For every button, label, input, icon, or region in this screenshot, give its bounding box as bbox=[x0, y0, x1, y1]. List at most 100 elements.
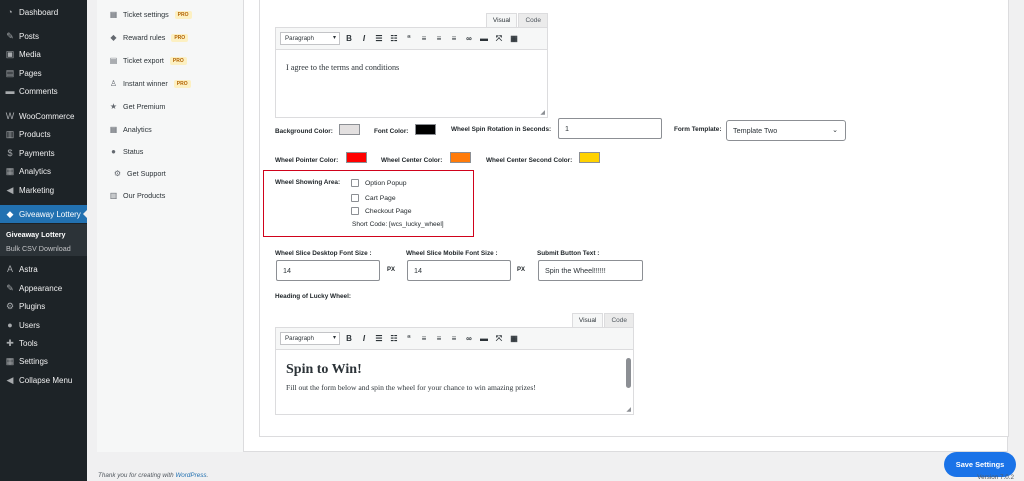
align-right-icon[interactable]: ≡ bbox=[448, 34, 460, 43]
option-popup-row[interactable]: Option Popup bbox=[351, 179, 407, 187]
sidebar-item-giveaway-lottery[interactable]: ◆ Giveaway Lottery bbox=[0, 205, 87, 223]
support-icon: ⚙ bbox=[113, 169, 122, 178]
center-color-swatch[interactable] bbox=[450, 152, 471, 163]
resize-handle-icon[interactable]: ◢ bbox=[626, 406, 631, 413]
sidebar-item-woocommerce[interactable]: W WooCommerce bbox=[0, 107, 87, 125]
align-left-icon[interactable]: ≡ bbox=[418, 34, 430, 43]
appearance-icon: ✎ bbox=[6, 283, 14, 293]
italic-icon[interactable]: I bbox=[358, 34, 370, 43]
bullet-list-icon[interactable]: ☰ bbox=[373, 34, 385, 43]
read-more-icon[interactable]: ▬ bbox=[478, 334, 490, 343]
sidebar-item-plugins[interactable]: ⚙ Plugins bbox=[0, 297, 87, 315]
align-center-icon[interactable]: ≡ bbox=[433, 34, 445, 43]
sidebar-item-label: Settings bbox=[19, 356, 48, 366]
sidebar-item-users[interactable]: ● Users bbox=[0, 316, 87, 334]
heading-toolbar: Paragraph B I ☰ ☷ “ ≡ ≡ ≡ ∞ ▬ ⤧ ▦ bbox=[276, 328, 633, 350]
sidebar-item-collapse-menu[interactable]: ◀ Collapse Menu bbox=[0, 371, 87, 389]
background-color-swatch[interactable] bbox=[339, 124, 360, 135]
sidebar-item-appearance[interactable]: ✎ Appearance bbox=[0, 279, 87, 297]
align-center-icon[interactable]: ≡ bbox=[433, 334, 445, 343]
plugin-nav-analytics[interactable]: ▦ Analytics bbox=[109, 125, 152, 134]
link-icon[interactable]: ∞ bbox=[463, 334, 475, 343]
read-more-icon[interactable]: ▬ bbox=[478, 34, 490, 43]
plugin-nav-status[interactable]: ● Status bbox=[109, 147, 143, 156]
numbered-list-icon[interactable]: ☷ bbox=[388, 34, 400, 43]
heading-format-select[interactable]: Paragraph bbox=[280, 332, 340, 345]
checkout-page-checkbox[interactable] bbox=[351, 207, 359, 215]
sidebar-item-analytics[interactable]: ▦ Analytics bbox=[0, 162, 87, 180]
fullscreen-icon[interactable]: ⤧ bbox=[493, 334, 505, 344]
form-template-label: Form Template: bbox=[674, 126, 722, 133]
blockquote-icon[interactable]: “ bbox=[403, 334, 415, 343]
toolbar-toggle-icon[interactable]: ▦ bbox=[508, 34, 520, 43]
mobile-font-input[interactable]: 14 bbox=[407, 260, 511, 281]
sidebar-item-posts[interactable]: ✎ Posts bbox=[0, 27, 87, 45]
plugin-nav-get-premium[interactable]: ★ Get Premium bbox=[109, 102, 165, 111]
comments-icon: ▬ bbox=[5, 86, 15, 96]
bold-icon[interactable]: B bbox=[343, 334, 355, 343]
plugin-nav-get-support[interactable]: ⚙ Get Support bbox=[113, 169, 166, 178]
sidebar-item-label: Astra bbox=[19, 264, 38, 274]
sidebar-item-payments[interactable]: $ Payments bbox=[0, 144, 87, 162]
sidebar-item-settings[interactable]: ▦ Settings bbox=[0, 352, 87, 370]
plugin-nav-instant-winner[interactable]: ♙ Instant winner PRO bbox=[109, 79, 191, 88]
pointer-color-swatch[interactable] bbox=[346, 152, 367, 163]
heading-label: Heading of Lucky Wheel: bbox=[275, 293, 351, 300]
plugin-nav-ticket-settings[interactable]: ▦ Ticket settings PRO bbox=[109, 10, 192, 19]
terms-visual-tab[interactable]: Visual bbox=[485, 13, 518, 27]
sidebar-item-products[interactable]: ▥ Products bbox=[0, 125, 87, 143]
align-right-icon[interactable]: ≡ bbox=[448, 334, 460, 343]
editor-scrollbar[interactable] bbox=[626, 358, 631, 388]
plugin-nav-reward-rules[interactable]: ◆ Reward rules PRO bbox=[109, 33, 189, 42]
cart-page-checkbox[interactable] bbox=[351, 194, 359, 202]
sidebar-item-media[interactable]: ▣ Media bbox=[0, 45, 87, 63]
version-text: Version 7.0.2 bbox=[977, 474, 1014, 481]
heading-code-tab[interactable]: Code bbox=[604, 313, 634, 327]
numbered-list-icon[interactable]: ☷ bbox=[388, 334, 400, 343]
form-template-select[interactable]: Template Two ⌄ bbox=[726, 120, 846, 141]
status-icon: ● bbox=[111, 147, 116, 156]
option-popup-checkbox[interactable] bbox=[351, 179, 359, 187]
spin-rotation-input[interactable]: 1 bbox=[558, 118, 662, 139]
plugin-nav-our-products[interactable]: ▥ Our Products bbox=[109, 191, 166, 200]
center-second-color-swatch[interactable] bbox=[579, 152, 600, 163]
font-color-swatch[interactable] bbox=[415, 124, 436, 135]
bullet-list-icon[interactable]: ☰ bbox=[373, 334, 385, 343]
collapse-icon: ◀ bbox=[6, 375, 14, 385]
sidebar-item-label: Marketing bbox=[19, 185, 55, 195]
terms-format-select[interactable]: Paragraph bbox=[280, 32, 340, 45]
sidebar-item-tools[interactable]: ✚ Tools bbox=[0, 334, 87, 352]
instant-winner-icon: ♙ bbox=[109, 79, 118, 88]
plugin-nav-ticket-export[interactable]: ▤ Ticket export PRO bbox=[109, 56, 187, 65]
giveaway-icon: ◆ bbox=[6, 209, 14, 219]
sidebar-item-marketing[interactable]: ◀ Marketing bbox=[0, 181, 87, 199]
link-icon[interactable]: ∞ bbox=[463, 34, 475, 43]
blockquote-icon[interactable]: “ bbox=[403, 34, 415, 43]
terms-content[interactable]: I agree to the terms and conditions bbox=[276, 50, 547, 85]
desktop-font-input[interactable]: 14 bbox=[276, 260, 380, 281]
align-left-icon[interactable]: ≡ bbox=[418, 334, 430, 343]
sidebar-item-pages[interactable]: ▤ Pages bbox=[0, 64, 87, 82]
terms-editor: Visual Code Paragraph B I ☰ ☷ “ ≡ ≡ ≡ ∞ … bbox=[275, 13, 548, 118]
heading-content[interactable]: Spin to Win! Fill out the form below and… bbox=[276, 350, 633, 405]
products-icon: ▥ bbox=[5, 129, 15, 139]
submit-text-input[interactable]: Spin the Wheel!!!!!! bbox=[538, 260, 643, 281]
submenu-item-bulk-csv-download[interactable]: Bulk CSV Download bbox=[6, 244, 71, 253]
resize-handle-icon[interactable]: ◢ bbox=[540, 109, 545, 116]
bold-icon[interactable]: B bbox=[343, 34, 355, 43]
wordpress-link[interactable]: WordPress bbox=[175, 472, 206, 479]
italic-icon[interactable]: I bbox=[358, 334, 370, 343]
checkout-page-row[interactable]: Checkout Page bbox=[351, 207, 411, 215]
sidebar-item-astra[interactable]: A Astra bbox=[0, 260, 87, 278]
heading-visual-tab[interactable]: Visual bbox=[571, 313, 604, 327]
plugin-nav-label: Get Support bbox=[127, 169, 166, 178]
sidebar-item-dashboard[interactable]: ◔ Dashboard bbox=[0, 3, 87, 21]
submenu-item-giveaway-lottery[interactable]: Giveaway Lottery bbox=[6, 230, 66, 239]
cart-page-row[interactable]: Cart Page bbox=[351, 194, 396, 202]
fullscreen-icon[interactable]: ⤧ bbox=[493, 34, 505, 44]
sidebar-item-comments[interactable]: ▬ Comments bbox=[0, 82, 87, 100]
toolbar-toggle-icon[interactable]: ▦ bbox=[508, 334, 520, 343]
terms-code-tab[interactable]: Code bbox=[518, 13, 548, 27]
marketing-icon: ◀ bbox=[6, 185, 14, 195]
heading-text: Fill out the form below and spin the whe… bbox=[286, 383, 536, 392]
